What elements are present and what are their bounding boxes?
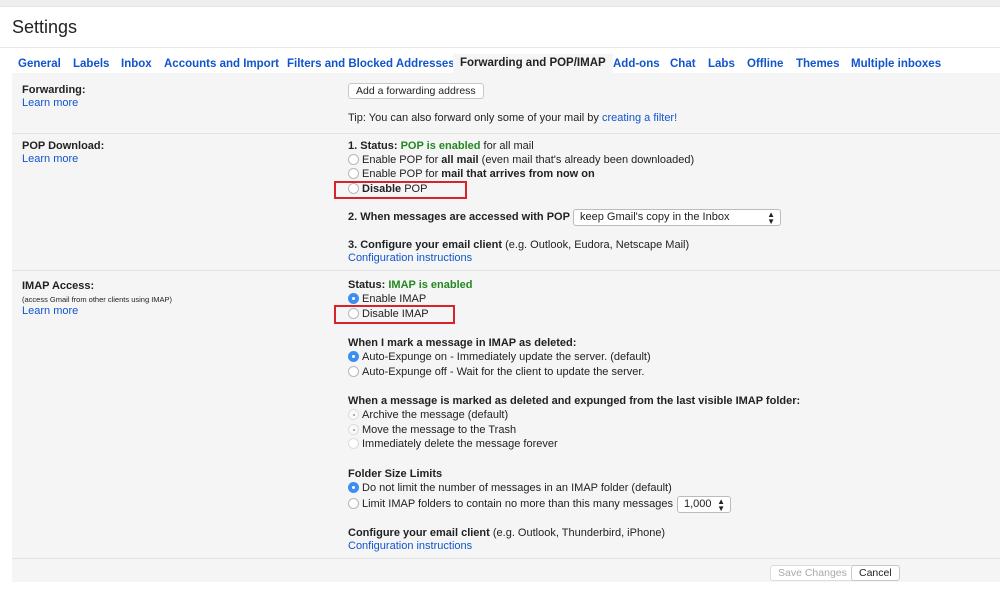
tab-inbox[interactable]: Inbox (121, 58, 152, 70)
divider (12, 270, 1000, 271)
option-text: (even mail that's already been downloade… (478, 154, 695, 166)
divider (12, 133, 1000, 134)
option-text: Enable POP for (362, 154, 442, 166)
forwarding-tip: Tip: You can also forward only some of y… (348, 112, 677, 124)
configure-examples: (e.g. Outlook, Eudora, Netscape Mail) (502, 239, 690, 251)
pop-status-suffix: for all mail (480, 140, 534, 152)
option-text: Auto-Expunge on - Immediately update the… (362, 351, 651, 363)
imap-config-instructions-link[interactable]: Configuration instructions (348, 540, 472, 552)
forwarding-learn-more-link[interactable]: Learn more (22, 97, 78, 109)
page-title: Settings (12, 17, 78, 37)
pop-status-value: POP is enabled (400, 140, 481, 152)
tab-offline[interactable]: Offline (747, 58, 783, 70)
move-to-trash-option[interactable]: Move the message to the Trash (348, 424, 516, 436)
imap-access-label: IMAP Access: (22, 280, 95, 292)
option-text: Limit IMAP folders to contain no more th… (362, 498, 673, 510)
auto-expunge-off-option[interactable]: Auto-Expunge off - Wait for the client t… (348, 366, 645, 378)
imap-status-prefix: Status: (348, 279, 389, 291)
configure-heading: Configure your email client (348, 527, 490, 539)
add-forwarding-address-button[interactable]: Add a forwarding address (348, 83, 484, 99)
imap-status: Status: IMAP is enabled (348, 279, 473, 291)
select-arrows-icon: ▲ ▼ (717, 497, 725, 513)
imap-learn-more-link[interactable]: Learn more (22, 305, 78, 317)
select-value: keep Gmail's copy in the Inbox (580, 211, 730, 223)
expunged-heading: When a message is marked as deleted and … (348, 395, 801, 407)
pop-access-label: 2. When messages are accessed with POP (348, 211, 570, 223)
radio-button[interactable] (348, 409, 359, 420)
pop-status: 1. Status: POP is enabled for all mail (348, 140, 534, 152)
no-limit-option[interactable]: Do not limit the number of messages in a… (348, 482, 672, 494)
tab-labs[interactable]: Labs (708, 58, 735, 70)
radio-button[interactable] (348, 424, 359, 435)
option-text: Do not limit the number of messages in a… (362, 482, 672, 494)
option-bold-text: mail that arrives from now on (441, 168, 595, 180)
pop-config-instructions-link[interactable]: Configuration instructions (348, 252, 472, 264)
configure-heading: 3. Configure your email client (348, 239, 503, 251)
delete-forever-option[interactable]: Immediately delete the message forever (348, 438, 558, 450)
select-value: 1,000 (684, 498, 712, 510)
tab-add-ons[interactable]: Add-ons (613, 58, 660, 70)
tab-chat[interactable]: Chat (670, 58, 696, 70)
imap-configure: Configure your email client (e.g. Outloo… (348, 527, 665, 539)
pop-option-all-mail[interactable]: Enable POP for all mail (even mail that'… (348, 154, 694, 166)
radio-button[interactable] (348, 293, 359, 304)
radio-button[interactable] (348, 351, 359, 362)
pop-learn-more-link[interactable]: Learn more (22, 153, 78, 165)
pop-download-label: POP Download: (22, 140, 105, 152)
option-text: Auto-Expunge off - Wait for the client t… (362, 366, 645, 378)
tab-filters[interactable]: Filters and Blocked Addresses (287, 58, 455, 70)
tab-themes[interactable]: Themes (796, 58, 839, 70)
forwarding-label: Forwarding: (22, 84, 86, 96)
limit-folders-option[interactable]: Limit IMAP folders to contain no more th… (348, 498, 673, 510)
cancel-button[interactable]: Cancel (851, 565, 900, 581)
pop-configure: 3. Configure your email client (e.g. Out… (348, 239, 689, 251)
pop-option-from-now-on[interactable]: Enable POP for mail that arrives from no… (348, 168, 595, 180)
option-text: Immediately delete the message forever (362, 438, 558, 450)
divider (0, 47, 1000, 48)
divider (12, 558, 1000, 559)
folder-limit-select[interactable]: 1,000 ▲ ▼ (677, 496, 731, 513)
create-filter-link[interactable]: creating a filter! (602, 112, 677, 124)
radio-button[interactable] (348, 366, 359, 377)
auto-expunge-on-option[interactable]: Auto-Expunge on - Immediately update the… (348, 351, 651, 363)
imap-sublabel: (access Gmail from other clients using I… (22, 295, 173, 304)
configure-examples: (e.g. Outlook, Thunderbird, iPhone) (489, 527, 666, 539)
tab-forwarding-pop-imap[interactable]: Forwarding and POP/IMAP (453, 54, 613, 73)
radio-button[interactable] (348, 482, 359, 493)
pop-status-prefix: 1. Status: (348, 140, 401, 152)
tab-general[interactable]: General (18, 58, 61, 70)
option-text: Archive the message (default) (362, 409, 509, 421)
tab-labels[interactable]: Labels (73, 58, 109, 70)
highlight-box (334, 305, 455, 324)
tab-accounts-and-import[interactable]: Accounts and Import (164, 58, 279, 70)
radio-button[interactable] (348, 154, 359, 165)
imap-option-enable[interactable]: Enable IMAP (348, 293, 426, 305)
select-arrows-icon: ▲ ▼ (767, 210, 775, 226)
option-bold-text: all mail (441, 154, 479, 166)
save-changes-button[interactable]: Save Changes (770, 565, 855, 581)
radio-button[interactable] (348, 168, 359, 179)
top-bar (0, 0, 1000, 7)
option-text: Move the message to the Trash (362, 424, 517, 436)
radio-button[interactable] (348, 498, 359, 509)
tab-multiple-inboxes[interactable]: Multiple inboxes (851, 58, 941, 70)
imap-status-value: IMAP is enabled (388, 279, 473, 291)
folder-size-heading: Folder Size Limits (348, 468, 443, 480)
tip-text: Tip: You can also forward only some of y… (348, 112, 602, 124)
option-text: Enable POP for (362, 168, 442, 180)
highlight-box (334, 181, 467, 199)
pop-access-select[interactable]: keep Gmail's copy in the Inbox ▲ ▼ (573, 209, 781, 226)
radio-button[interactable] (348, 438, 359, 449)
option-text: Enable IMAP (362, 293, 427, 305)
deleted-heading: When I mark a message in IMAP as deleted… (348, 337, 577, 349)
archive-option[interactable]: Archive the message (default) (348, 409, 508, 421)
